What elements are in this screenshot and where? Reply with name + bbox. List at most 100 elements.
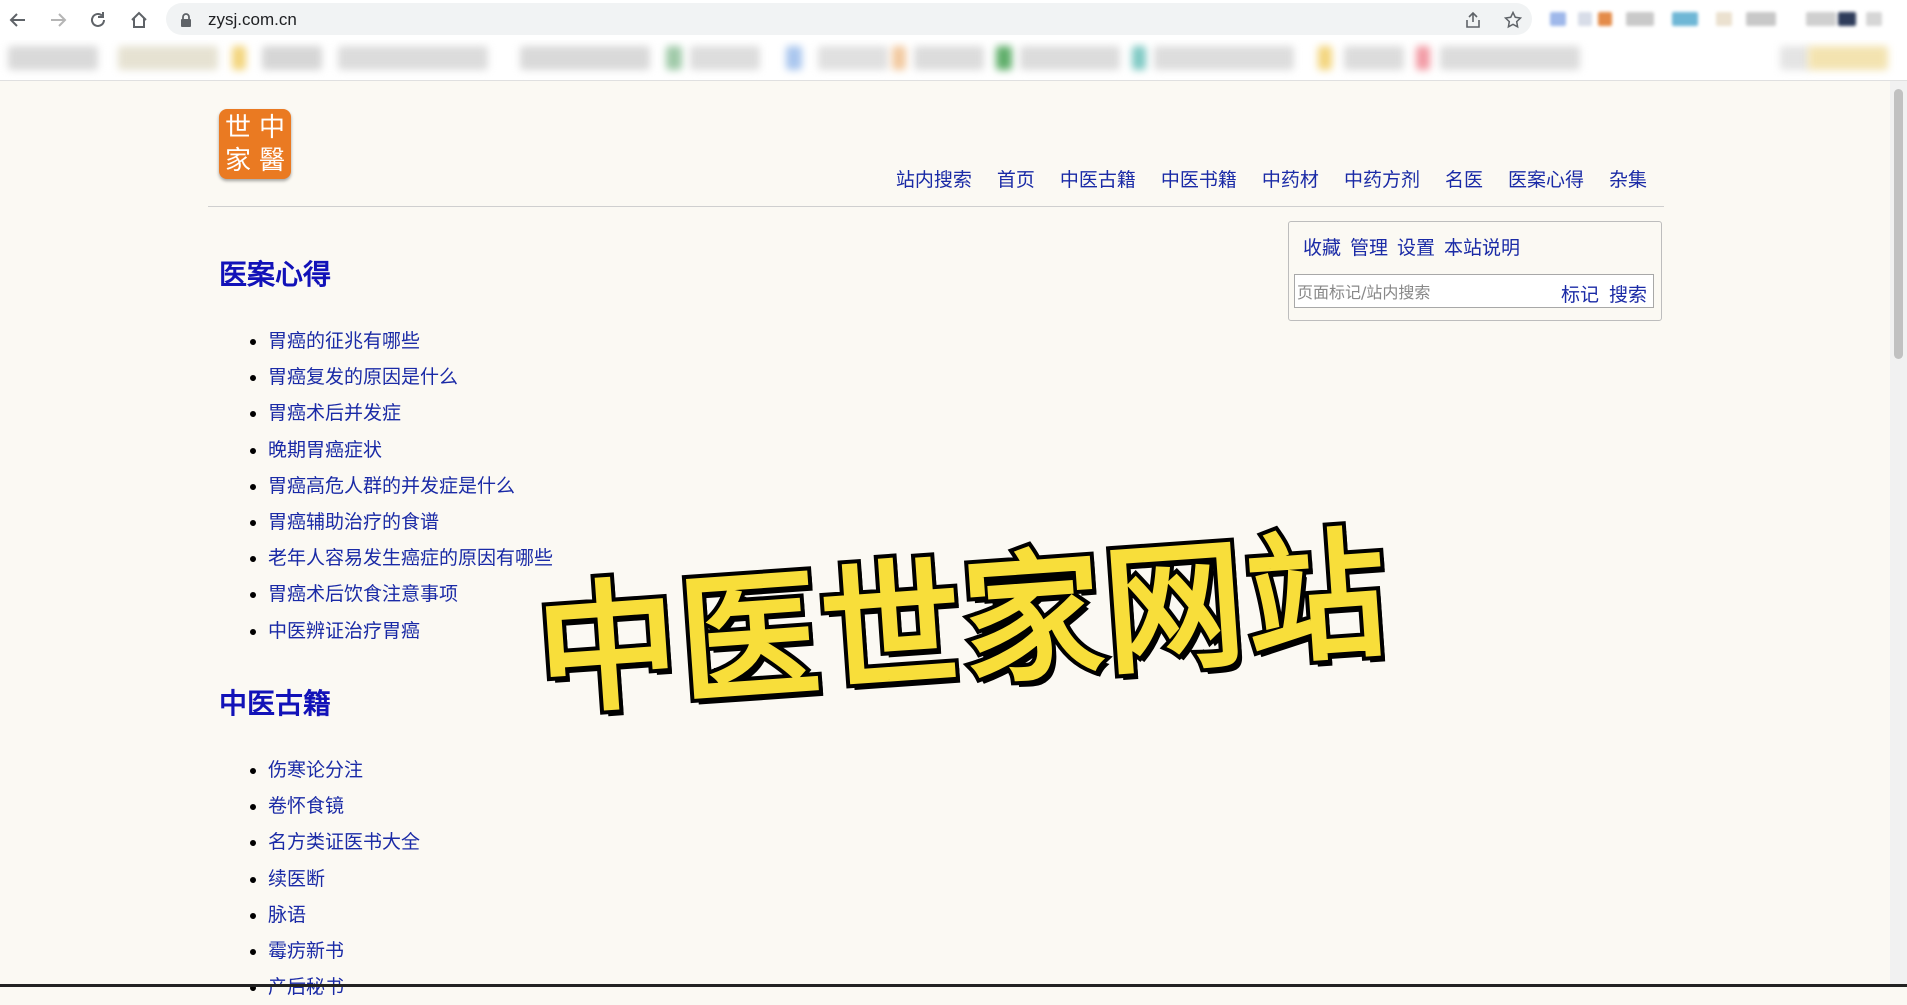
settings-link[interactable]: 设置 <box>1397 233 1435 260</box>
scrollbar[interactable] <box>1890 81 1907 987</box>
list-item: 产后秘书 <box>268 969 420 1005</box>
bookmark-item[interactable] <box>1154 46 1294 70</box>
article-link[interactable]: 胃癌高危人群的并发症是什么 <box>268 475 515 497</box>
nav-prescriptions[interactable]: 中药方剂 <box>1344 165 1420 192</box>
article-list: 胃癌的征兆有哪些 胃癌复发的原因是什么 胃癌术后并发症 晚期胃癌症状 胃癌高危人… <box>246 323 553 649</box>
profile-avatar[interactable] <box>1838 12 1856 26</box>
list-item: 名方类证医书大全 <box>268 824 420 860</box>
bookmark-item[interactable] <box>1440 46 1580 70</box>
scrollbar-thumb[interactable] <box>1894 89 1903 359</box>
nav-case-notes[interactable]: 医案心得 <box>1508 165 1584 192</box>
bookmark-item[interactable] <box>1780 46 1810 70</box>
browser-toolbar: zysj.com.cn <box>0 0 1907 41</box>
nav-books[interactable]: 中医书籍 <box>1161 165 1237 192</box>
section-title[interactable]: 中医古籍 <box>219 682 331 722</box>
book-link[interactable]: 霉疠新书 <box>268 940 344 962</box>
list-item: 脉语 <box>268 897 420 933</box>
logo-char: 家 <box>224 145 251 176</box>
address-bar[interactable]: zysj.com.cn <box>166 3 1532 35</box>
extension-icon[interactable] <box>1672 12 1698 26</box>
book-link[interactable]: 脉语 <box>268 904 306 926</box>
favorites-link[interactable]: 收藏 <box>1303 233 1341 260</box>
main-nav: 站内搜索 首页 中医古籍 中医书籍 中药材 中药方剂 名医 医案心得 杂集 <box>896 165 1647 192</box>
bookmark-item[interactable] <box>1318 46 1332 70</box>
url-text[interactable]: zysj.com.cn <box>208 10 297 30</box>
reload-icon[interactable] <box>84 6 112 34</box>
list-item: 卷怀食镜 <box>268 788 420 824</box>
article-link[interactable]: 老年人容易发生癌症的原因有哪些 <box>268 547 553 569</box>
forward-icon[interactable] <box>44 6 72 34</box>
nav-home[interactable]: 首页 <box>997 165 1035 192</box>
extension-icon[interactable] <box>1598 12 1612 26</box>
list-item: 胃癌的征兆有哪些 <box>268 323 553 359</box>
list-item: 胃癌高危人群的并发症是什么 <box>268 468 553 504</box>
menu-icon[interactable] <box>1866 12 1882 26</box>
article-link[interactable]: 胃癌辅助治疗的食谱 <box>268 511 439 533</box>
bookmark-item[interactable] <box>892 46 906 70</box>
extension-icon[interactable] <box>1806 12 1836 26</box>
book-link[interactable]: 伤寒论分注 <box>268 759 363 781</box>
article-link[interactable]: 胃癌术后饮食注意事项 <box>268 583 458 605</box>
overlay-title: 中医世家网站 <box>528 509 1397 739</box>
bookmark-item[interactable] <box>118 46 218 70</box>
share-icon[interactable] <box>1462 9 1484 31</box>
star-icon[interactable] <box>1502 9 1524 31</box>
about-link[interactable]: 本站说明 <box>1444 233 1520 260</box>
book-link[interactable]: 产后秘书 <box>268 976 344 998</box>
logo-char: 世 <box>224 112 251 143</box>
nav-herbs[interactable]: 中药材 <box>1262 165 1319 192</box>
bookmark-item[interactable] <box>1808 46 1888 70</box>
book-link[interactable]: 续医断 <box>268 868 325 890</box>
bookmark-item[interactable] <box>1416 46 1430 70</box>
extension-icon[interactable] <box>1746 12 1776 26</box>
search-input[interactable] <box>1295 275 1549 309</box>
article-link[interactable]: 晚期胃癌症状 <box>268 439 382 461</box>
list-item: 胃癌复发的原因是什么 <box>268 359 553 395</box>
article-link[interactable]: 胃癌复发的原因是什么 <box>268 366 458 388</box>
bookmark-item[interactable] <box>262 46 322 70</box>
mark-button[interactable]: 标记 <box>1561 280 1599 307</box>
bookmark-item[interactable] <box>914 46 984 70</box>
article-link[interactable]: 胃癌的征兆有哪些 <box>268 330 420 352</box>
nav-famous-doctors[interactable]: 名医 <box>1445 165 1483 192</box>
list-item: 伤寒论分注 <box>268 752 420 788</box>
back-icon[interactable] <box>4 6 32 34</box>
nav-misc[interactable]: 杂集 <box>1609 165 1647 192</box>
bookmark-item[interactable] <box>690 46 760 70</box>
list-item: 胃癌术后并发症 <box>268 395 553 431</box>
header-divider <box>208 206 1664 207</box>
manage-link[interactable]: 管理 <box>1350 233 1388 260</box>
bookmark-item[interactable] <box>8 46 98 70</box>
extension-icon[interactable] <box>1626 12 1654 26</box>
bookmark-item[interactable] <box>1132 46 1146 70</box>
bookmark-item[interactable] <box>232 46 246 70</box>
extension-icon[interactable] <box>1578 12 1592 26</box>
bookmark-item[interactable] <box>338 46 488 70</box>
site-logo[interactable]: 世 中 家 醫 <box>219 109 291 179</box>
book-link[interactable]: 卷怀食镜 <box>268 795 344 817</box>
list-item: 中医辨证治疗胃癌 <box>268 613 553 649</box>
bookmark-item[interactable] <box>818 46 888 70</box>
bookmark-item[interactable] <box>996 46 1012 70</box>
article-link[interactable]: 中医辨证治疗胃癌 <box>268 620 420 642</box>
home-icon[interactable] <box>125 6 153 34</box>
bookmark-item[interactable] <box>786 46 802 70</box>
lock-icon[interactable] <box>180 12 192 31</box>
nav-site-search[interactable]: 站内搜索 <box>896 165 972 192</box>
extension-icon[interactable] <box>1716 12 1732 26</box>
nav-classics[interactable]: 中医古籍 <box>1060 165 1136 192</box>
bookmark-item[interactable] <box>666 46 682 70</box>
search-button[interactable]: 搜索 <box>1609 280 1647 307</box>
bookmark-item[interactable] <box>1020 46 1120 70</box>
book-link[interactable]: 名方类证医书大全 <box>268 831 420 853</box>
list-item: 晚期胃癌症状 <box>268 432 553 468</box>
list-item: 霉疠新书 <box>268 933 420 969</box>
bookmarks-bar <box>0 40 1907 81</box>
bookmark-item[interactable] <box>520 46 650 70</box>
section-title[interactable]: 医案心得 <box>219 253 331 293</box>
extension-icon[interactable] <box>1550 12 1566 26</box>
book-list: 伤寒论分注 卷怀食镜 名方类证医书大全 续医断 脉语 霉疠新书 产后秘书 <box>246 752 420 1005</box>
logo-char: 中 <box>258 112 285 143</box>
bookmark-item[interactable] <box>1344 46 1404 70</box>
article-link[interactable]: 胃癌术后并发症 <box>268 402 401 424</box>
